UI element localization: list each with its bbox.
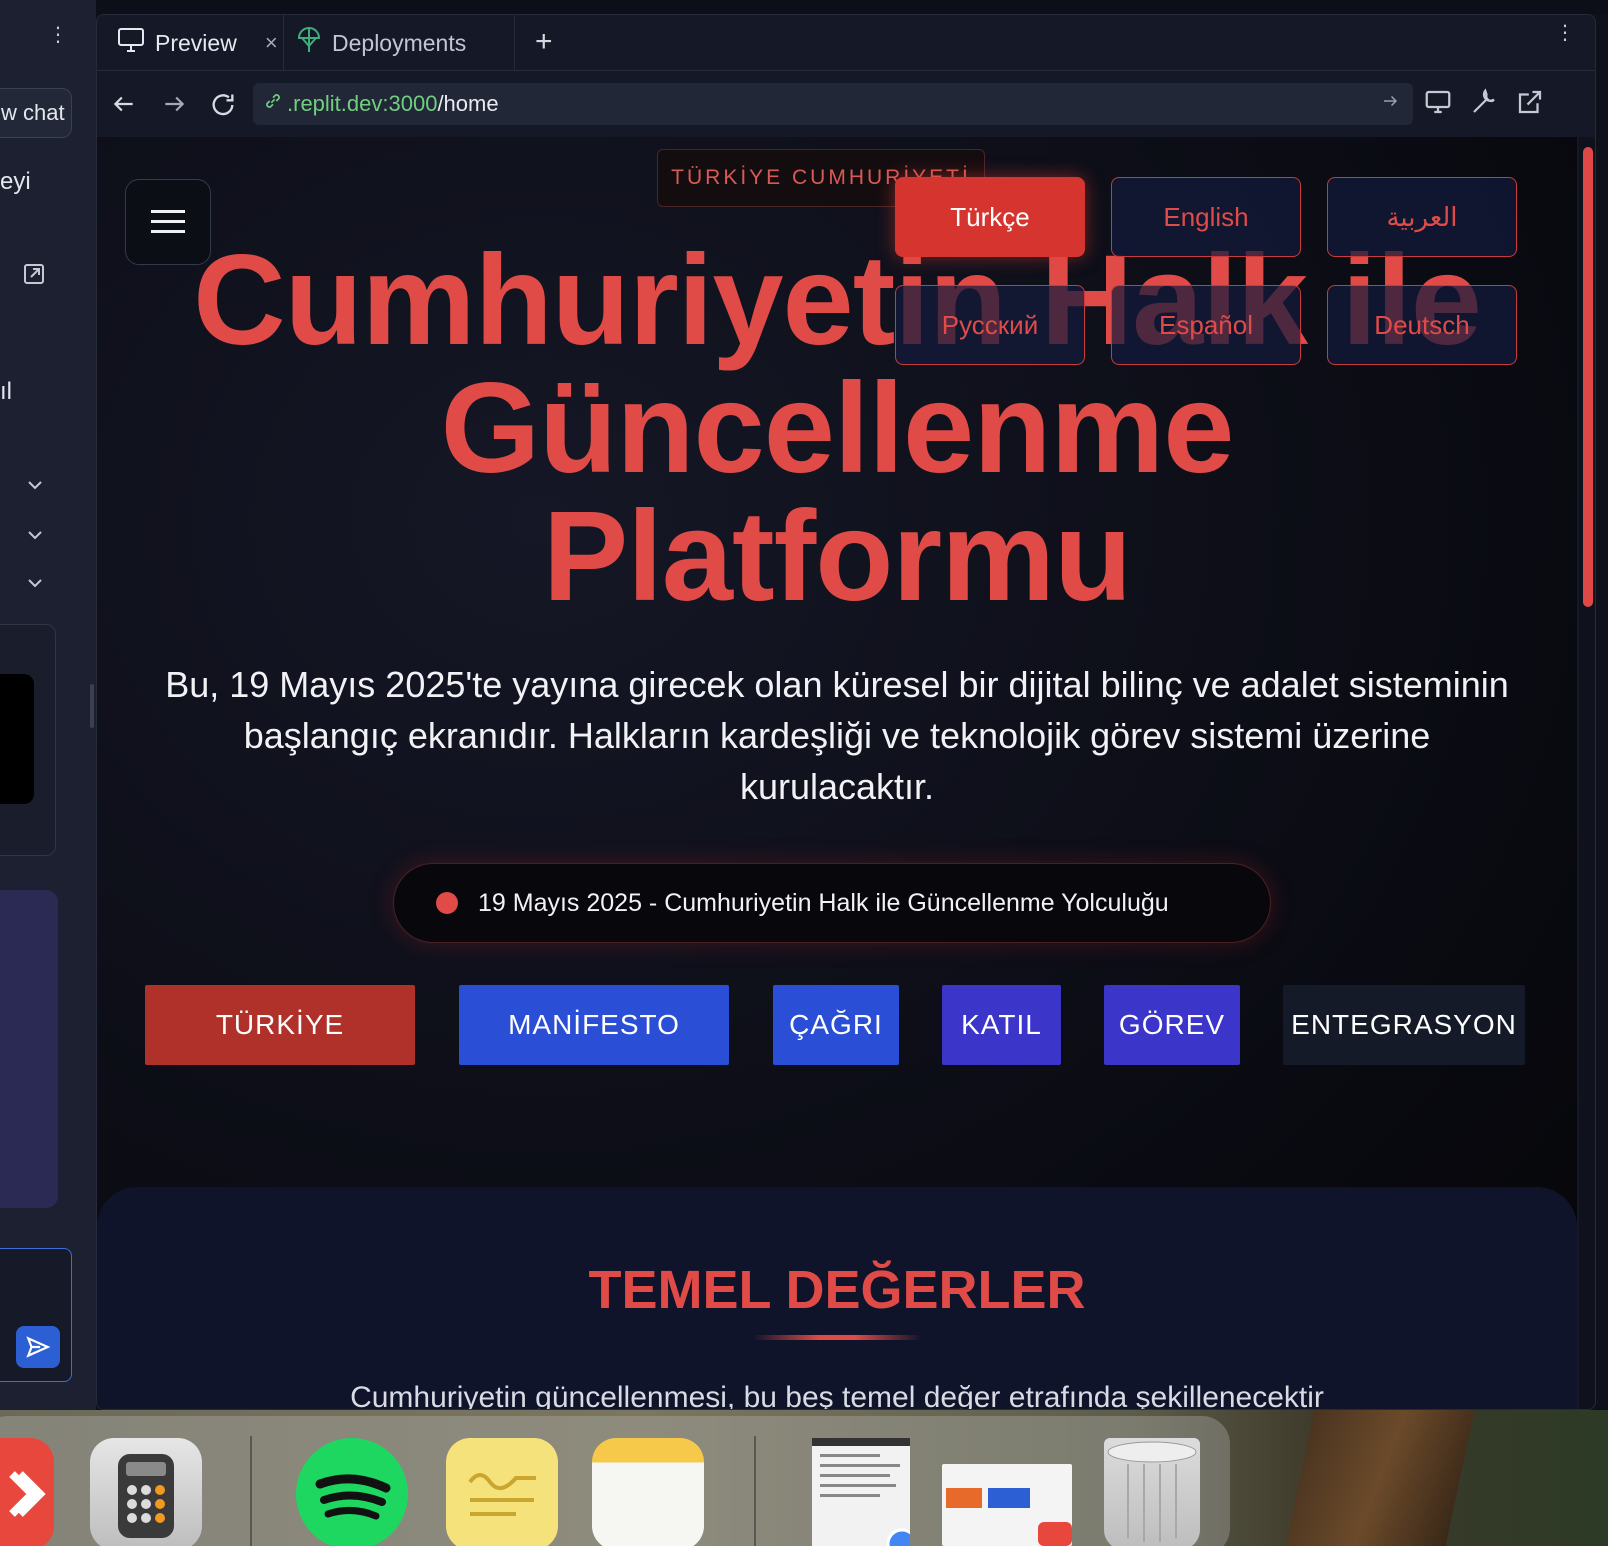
tab-label: Preview [155,29,237,56]
menu-icon [151,210,185,233]
sidebar-panel [0,890,58,1208]
chevron-down-icon[interactable] [26,476,44,494]
close-icon[interactable]: × [265,30,278,56]
nav-button-gorev[interactable]: GÖREV [1104,985,1240,1065]
lang-button-russian[interactable]: Русский [895,285,1085,365]
reload-icon[interactable] [209,91,237,126]
wrench-icon[interactable] [1469,87,1501,119]
nav-button-cagri[interactable]: ÇAĞRI [773,985,899,1065]
tab-label: Deployments [332,29,467,56]
top-strip [0,0,1608,14]
monitor-icon [117,27,145,59]
dock-separator [754,1436,756,1546]
nav-button-katil[interactable]: KATIL [942,985,1061,1065]
lang-button-spanish[interactable]: Español [1111,285,1301,365]
deployments-icon [296,26,322,60]
calculator-icon[interactable] [90,1438,202,1546]
forward-icon[interactable] [161,91,187,124]
status-dot [436,892,458,914]
hero-title-line: Güncellenme [440,357,1235,500]
tab-preview[interactable]: Preview × [105,15,290,71]
lang-button-arabic[interactable]: العربية [1327,177,1517,257]
nav-button-manifesto[interactable]: MANİFESTO [459,985,729,1065]
hero-title-line: Platformu [542,485,1132,628]
tab-deployments[interactable]: Deployments [283,15,515,71]
add-tab-icon[interactable]: + [535,25,553,59]
trash-icon[interactable] [1104,1438,1200,1546]
hero-subtitle: Bu, 19 Mayıs 2025'te yayına girecek olan… [165,664,1509,807]
back-icon[interactable] [111,91,137,124]
section-text: Cumhuriyetin güncellenmesi, bu beş temel… [350,1381,1324,1410]
stickies-icon[interactable] [446,1438,558,1546]
lang-button-german[interactable]: Deutsch [1327,285,1517,365]
resize-handle[interactable] [90,684,94,728]
more-options-icon[interactable]: ⋮ [48,25,68,45]
more-options-icon[interactable]: ⋮ [1555,23,1575,43]
page-viewport: Cumhuriyetin Halk ile Güncellenme Platfo… [97,137,1577,1410]
url-field[interactable]: .replit.dev:3000/home [253,83,1413,125]
send-button[interactable] [16,1326,60,1368]
app-icon[interactable] [0,1438,54,1546]
preview-pane: Preview × Deployments + ⋮ .replit.dev:30… [96,14,1596,1410]
section-title: TEMEL DEĞERLER [588,1260,1086,1320]
url-path: /home [437,91,499,116]
section-underline [753,1335,921,1340]
url-host: .replit.dev:3000 [287,91,438,116]
hamburger-menu-button[interactable] [125,179,211,265]
chevron-down-icon[interactable] [26,526,44,544]
open-external-icon[interactable] [1515,87,1547,119]
sidebar-text-2: ıl [0,378,12,405]
new-chat-button[interactable]: w chat [0,88,72,138]
date-pill: 19 Mayıs 2025 - Cumhuriyetin Halk ile Gü… [393,863,1271,943]
document-thumbnail[interactable] [812,1438,918,1546]
left-sidebar: ⋮ w chat eyi ıl [0,0,96,1410]
link-icon [263,91,283,117]
preview-thumbnail [0,674,34,804]
tab-bar: Preview × Deployments + ⋮ [97,15,1595,71]
core-values-section: TEMEL DEĞERLER Cumhuriyetin güncellenmes… [97,1187,1577,1410]
pill-text: 19 Mayıs 2025 - Cumhuriyetin Halk ile Gü… [478,888,1169,917]
device-preview-icon[interactable] [1423,87,1455,119]
lang-button-turkish[interactable]: Türkçe [895,177,1085,257]
nav-button-entegrasyon[interactable]: ENTEGRASYON [1283,985,1525,1065]
go-arrow-icon[interactable] [1381,92,1399,116]
lang-button-english[interactable]: English [1111,177,1301,257]
window-thumbnail[interactable] [942,1464,1072,1546]
dock-separator [250,1436,252,1546]
scrollbar-thumb[interactable] [1583,147,1593,607]
chevron-down-icon[interactable] [26,574,44,592]
notes-icon[interactable] [592,1438,704,1546]
spotify-icon[interactable] [296,1438,408,1546]
external-link-icon[interactable] [22,262,46,293]
nav-button-turkiye[interactable]: TÜRKİYE [145,985,415,1065]
sidebar-text: eyi [0,168,31,195]
